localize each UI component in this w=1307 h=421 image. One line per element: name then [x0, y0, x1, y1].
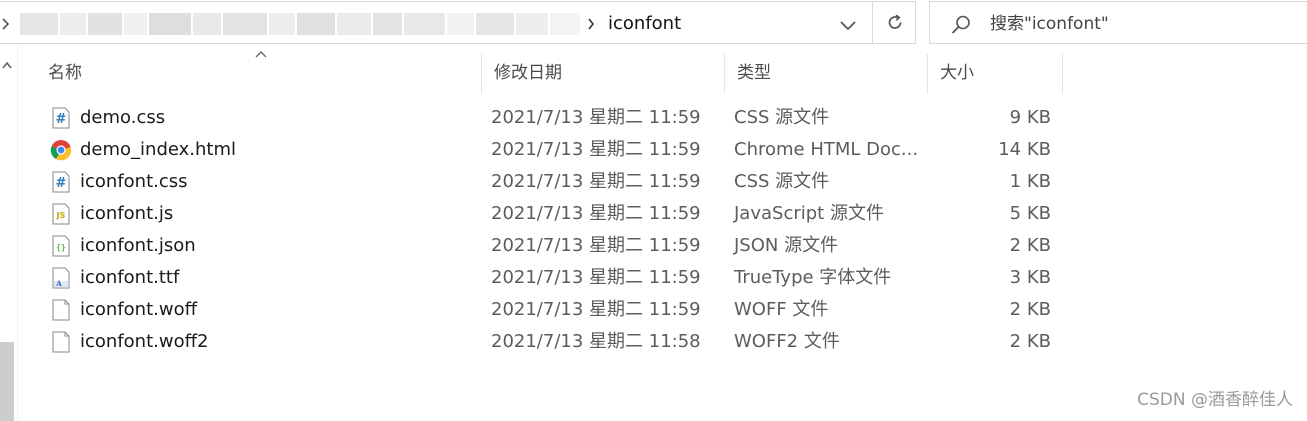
- file-date: 2021/7/13 星期二 11:59: [491, 107, 701, 128]
- file-name: iconfont.ttf: [80, 267, 180, 288]
- file-size: 2 KB: [1009, 235, 1051, 256]
- blurred-breadcrumb: [20, 13, 580, 35]
- file-name: iconfont.woff: [80, 299, 197, 320]
- file-type: CSS 源文件: [734, 107, 830, 128]
- file-name: demo_index.html: [80, 139, 237, 160]
- breadcrumb-current-folder[interactable]: iconfont: [608, 12, 681, 36]
- css-file-icon: #: [52, 107, 70, 129]
- file-type: WOFF 文件: [734, 299, 829, 320]
- file-row[interactable]: demo_index.html 2021/7/13 星期二 11:59 Chro…: [18, 134, 1118, 166]
- file-date: 2021/7/13 星期二 11:59: [491, 203, 701, 224]
- svg-text:{}: {}: [56, 243, 66, 252]
- column-header-name[interactable]: 名称: [36, 52, 482, 94]
- chrome-html-icon: [50, 140, 72, 161]
- column-header-name-label: 名称: [48, 63, 82, 83]
- file-size: 3 KB: [1009, 267, 1051, 288]
- scroll-up-arrow-icon[interactable]: [1, 60, 13, 72]
- scrollbar-thumb[interactable]: [0, 342, 14, 421]
- address-bar: iconfont 搜索"iconfont": [0, 0, 1307, 46]
- column-header-type-label: 类型: [737, 63, 771, 83]
- file-size: 9 KB: [1009, 107, 1051, 128]
- file-size: 2 KB: [1009, 331, 1051, 352]
- file-date: 2021/7/13 星期二 11:59: [491, 139, 701, 160]
- js-file-icon: JS: [52, 203, 70, 225]
- column-divider[interactable]: [1062, 54, 1063, 94]
- file-name: demo.css: [80, 107, 166, 128]
- file-date: 2021/7/13 星期二 11:58: [491, 331, 701, 352]
- svg-text:JS: JS: [56, 211, 66, 220]
- file-row[interactable]: # iconfont.css 2021/7/13 星期二 11:59 CSS 源…: [18, 166, 1118, 198]
- search-field[interactable]: 搜索"iconfont": [929, 1, 1307, 44]
- file-type: CSS 源文件: [734, 171, 830, 192]
- blank-file-icon: [52, 299, 70, 321]
- column-header-size[interactable]: 大小: [928, 52, 1063, 94]
- column-header-date-label: 修改日期: [494, 63, 562, 83]
- file-row[interactable]: iconfont.woff 2021/7/13 星期二 11:59 WOFF 文…: [18, 294, 1118, 326]
- file-type: JSON 源文件: [734, 235, 839, 256]
- font-file-icon: A: [52, 267, 70, 289]
- file-date: 2021/7/13 星期二 11:59: [491, 171, 701, 192]
- file-list: # demo.css 2021/7/13 星期二 11:59 CSS 源文件 9…: [18, 102, 1118, 358]
- css-file-icon: #: [52, 171, 70, 193]
- chevron-right-icon: [2, 18, 10, 30]
- json-file-icon: {}: [52, 235, 70, 257]
- file-size: 14 KB: [998, 139, 1051, 160]
- search-icon: [951, 15, 970, 34]
- file-type: Chrome HTML Doc...: [734, 139, 919, 160]
- file-name: iconfont.js: [80, 203, 174, 224]
- breadcrumb-separator-icon[interactable]: [586, 17, 596, 31]
- address-box[interactable]: iconfont: [0, 1, 908, 44]
- file-row[interactable]: {} iconfont.json 2021/7/13 星期二 11:59 JSO…: [18, 230, 1118, 262]
- file-date: 2021/7/13 星期二 11:59: [491, 235, 701, 256]
- column-header-type[interactable]: 类型: [725, 52, 928, 94]
- svg-text:#: #: [56, 112, 67, 127]
- refresh-button[interactable]: [872, 1, 916, 44]
- svg-text:A: A: [55, 279, 62, 288]
- column-header-row: 名称 修改日期 类型 大小: [18, 51, 1307, 94]
- file-size: 1 KB: [1009, 171, 1051, 192]
- file-type: WOFF2 文件: [734, 331, 840, 352]
- file-name: iconfont.css: [80, 171, 188, 192]
- file-row[interactable]: A iconfont.ttf 2021/7/13 星期二 11:59 TrueT…: [18, 262, 1118, 294]
- file-date: 2021/7/13 星期二 11:59: [491, 299, 701, 320]
- file-row[interactable]: # demo.css 2021/7/13 星期二 11:59 CSS 源文件 9…: [18, 102, 1118, 134]
- search-placeholder: 搜索"iconfont": [990, 14, 1109, 34]
- svg-text:#: #: [56, 176, 67, 191]
- blank-file-icon: [52, 331, 70, 353]
- column-header-date[interactable]: 修改日期: [482, 52, 725, 94]
- file-date: 2021/7/13 星期二 11:59: [491, 267, 701, 288]
- file-name: iconfont.json: [80, 235, 196, 256]
- file-size: 5 KB: [1009, 203, 1051, 224]
- file-size: 2 KB: [1009, 299, 1051, 320]
- file-row[interactable]: iconfont.woff2 2021/7/13 星期二 11:58 WOFF2…: [18, 326, 1118, 358]
- vertical-scrollbar[interactable]: [0, 46, 18, 421]
- chevron-down-icon[interactable]: [836, 14, 860, 36]
- file-type: JavaScript 源文件: [734, 203, 884, 224]
- column-header-size-label: 大小: [940, 63, 974, 83]
- watermark: CSDN @酒香醉佳人: [1137, 390, 1293, 410]
- file-name: iconfont.woff2: [80, 331, 209, 352]
- file-row[interactable]: JS iconfont.js 2021/7/13 星期二 11:59 JavaS…: [18, 198, 1118, 230]
- file-type: TrueType 字体文件: [734, 267, 892, 288]
- refresh-icon: [888, 14, 902, 29]
